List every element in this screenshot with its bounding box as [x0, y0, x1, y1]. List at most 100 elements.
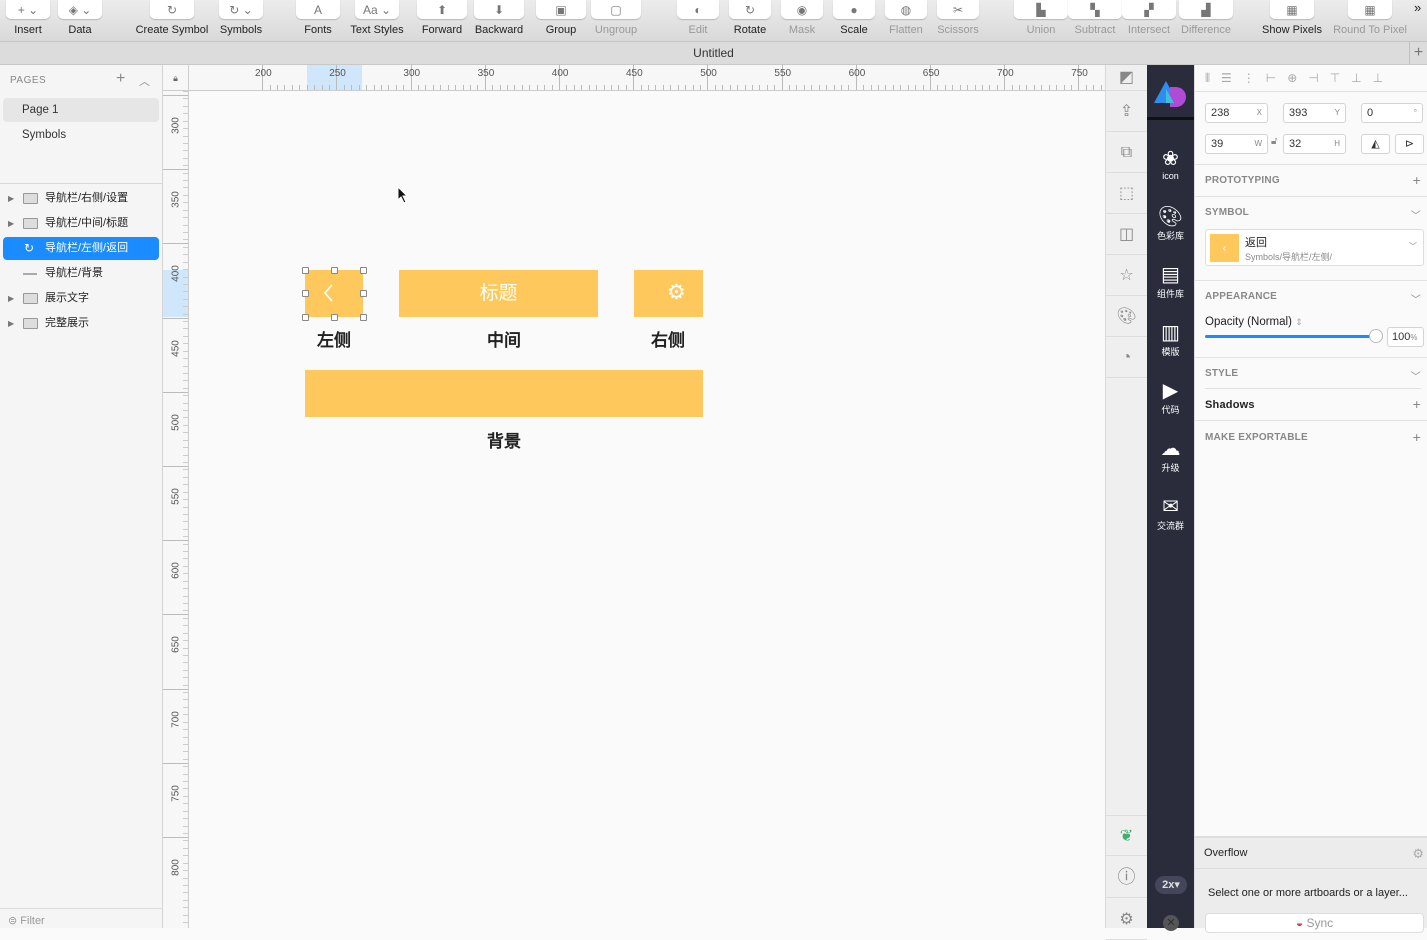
ruler-toggle-icon[interactable]: ◩ [1106, 65, 1147, 91]
palette-icon[interactable]: 🎨︎ [1106, 296, 1147, 337]
disclosure-triangle-icon[interactable]: ▶ [8, 212, 14, 235]
width-field[interactable]: 39 W [1205, 134, 1268, 154]
toolbar-show-pixels-button[interactable]: ▦ Show Pixels [1252, 0, 1332, 36]
chevron-down-icon[interactable]: ﹀ [1411, 291, 1421, 306]
opacity-slider[interactable] [1205, 335, 1377, 338]
layout-icon[interactable]: ◫ [1106, 214, 1147, 255]
chevron-down-icon[interactable]: ﹀ [1411, 207, 1421, 222]
settings-symbol[interactable]: ⚙ [634, 270, 703, 317]
shadows-section[interactable]: Shadows + [1205, 396, 1421, 412]
plugin-item[interactable]: ▶ 代码 [1147, 379, 1194, 416]
disclosure-triangle-icon[interactable]: ▶ [8, 312, 14, 335]
resize-handle[interactable] [331, 314, 338, 321]
toolbar-round-to-pixel-button[interactable]: ▦ Round To Pixel [1330, 0, 1410, 36]
ruler-lock-icon[interactable]: 🔒︎ [163, 65, 189, 91]
lock-ratio-icon[interactable]: 🔓︎ [1271, 136, 1277, 147]
toolbar-overflow-button[interactable]: » [1414, 0, 1421, 15]
flip-vertical-button[interactable]: ⊳ [1395, 134, 1424, 154]
resize-handle[interactable] [302, 290, 309, 297]
canvas[interactable] [189, 91, 1105, 928]
make-exportable-section[interactable]: MAKE EXPORTABLE + [1205, 429, 1421, 445]
help-icon[interactable]: ⓘ [1106, 857, 1147, 898]
symbol-section[interactable]: SYMBOL ﹀ [1205, 207, 1421, 222]
add-shadow-icon[interactable]: + [1413, 396, 1421, 412]
layer-row[interactable]: ▶ 导航栏/中间/标题 [3, 212, 159, 235]
disclosure-triangle-icon[interactable]: ▶ [8, 287, 14, 310]
close-icon[interactable]: ✕ [1163, 915, 1179, 931]
plugin-item[interactable]: ☁ 升级 [1147, 437, 1194, 474]
opacity-field[interactable]: 100% [1387, 327, 1424, 347]
toolbar-create-symbol-button[interactable]: ↻ Create Symbol [132, 0, 212, 36]
plugin-item[interactable]: ▥ 模版 [1147, 321, 1194, 358]
plugin-item[interactable]: 🎨︎ 色彩库 [1147, 205, 1194, 242]
align-toolbar[interactable]: ⫴☰⋮⊢⊕⊣⊤⊥⊥ [1205, 71, 1394, 86]
toolbar-symbols-button[interactable]: ↻ ⌄ Symbols [201, 0, 281, 36]
plugin-item[interactable]: ✉ 交流群 [1147, 495, 1194, 532]
page-item-page-1[interactable]: Page 1 [3, 98, 159, 122]
opacity-slider-thumb[interactable] [1369, 329, 1383, 343]
sync-button[interactable]: ◒ Sync [1205, 913, 1424, 933]
layer-row[interactable]: ▶ 完整展示 [3, 312, 159, 335]
plugin-item[interactable]: ▤ 组件库 [1147, 263, 1194, 300]
appearance-section[interactable]: APPEARANCE ﹀ [1205, 291, 1421, 306]
layer-row[interactable]: ▶ 导航栏/右侧/设置 [3, 187, 159, 210]
add-export-icon[interactable]: + [1413, 429, 1421, 445]
ruler-tick [183, 788, 188, 790]
ruler-tick [425, 85, 427, 90]
rotation-field[interactable]: 0 ° [1361, 103, 1423, 123]
back-symbol[interactable] [305, 270, 363, 317]
resize-icon[interactable]: ⬚ [1106, 173, 1147, 214]
vertical-ruler[interactable]: 300 350 400 450 500 550 600 650 700 750 800 [163, 91, 189, 928]
y-field[interactable]: 393 Y [1283, 103, 1346, 123]
layer-row[interactable]: 导航栏/背景 [3, 262, 159, 285]
ruler-tick [183, 617, 188, 619]
toolbar-scissors-button[interactable]: ✂ Scissors [918, 0, 998, 36]
export-icon[interactable]: ⇪ [1106, 91, 1147, 132]
toolbar-difference-button[interactable]: ▟ Difference [1166, 0, 1246, 36]
page-item-symbols[interactable]: Symbols [3, 123, 159, 147]
toolbar-data-button[interactable]: ◈ ⌄ Data [40, 0, 120, 36]
opacity-blend-select[interactable]: Opacity (Normal) ⇕ [1205, 316, 1303, 328]
ruler-tick [183, 476, 188, 478]
scale-select[interactable]: 2x▾ [1155, 876, 1187, 894]
layer-row[interactable]: ▶ 展示文字 [3, 287, 159, 310]
chart-icon[interactable]: ◔ [1106, 337, 1147, 378]
resize-handle[interactable] [360, 314, 367, 321]
title-symbol[interactable]: 标题 [399, 270, 598, 317]
chevron-down-icon[interactable]: ﹀ [1411, 368, 1421, 383]
symbol-star-icon[interactable]: ☆ [1106, 255, 1147, 296]
add-icon[interactable]: + [1413, 172, 1421, 188]
filter-input[interactable]: ⊜ Filter [0, 908, 162, 928]
disclosure-triangle-icon[interactable]: ▶ [8, 187, 14, 210]
resize-handle[interactable] [360, 267, 367, 274]
height-field[interactable]: 32 H [1283, 134, 1346, 154]
symbol-selector[interactable]: ‹ 返回 Symbols/导航栏/左侧/ ﹀ [1205, 229, 1424, 266]
label-left[interactable]: 左侧 [304, 326, 364, 351]
toolbar-ungroup-button[interactable]: ▢ Ungroup [576, 0, 656, 36]
resize-handle[interactable] [331, 267, 338, 274]
label-background[interactable]: 背景 [474, 427, 534, 452]
collapse-pages-icon[interactable]: ︿ [139, 73, 150, 89]
label-right[interactable]: 右侧 [638, 326, 698, 351]
layer-row[interactable]: ↻ 导航栏/左侧/返回 [3, 237, 159, 260]
plugin-item[interactable]: ❀ icon [1147, 147, 1194, 181]
ruler-tick [1026, 85, 1028, 90]
label-middle[interactable]: 中间 [474, 326, 534, 351]
resize-handle[interactable] [360, 290, 367, 297]
ruler-tick [959, 85, 961, 90]
background-symbol[interactable] [305, 370, 703, 417]
leaf-icon[interactable]: ❦ [1106, 815, 1147, 856]
gear-icon[interactable]: ⚙ [1412, 846, 1424, 862]
settings-icon[interactable]: ⚙ [1106, 899, 1147, 940]
resize-handle[interactable] [302, 314, 309, 321]
swap-icon[interactable]: ⧉ [1106, 132, 1147, 173]
style-section[interactable]: STYLE ﹀ [1205, 368, 1421, 383]
resize-handle[interactable] [302, 267, 309, 274]
add-tab-button[interactable]: + [1409, 42, 1427, 64]
add-page-icon[interactable]: + [116, 70, 125, 88]
prototyping-section[interactable]: PROTOTYPING + [1205, 172, 1421, 188]
flip-horizontal-button[interactable]: ◭ [1361, 134, 1390, 154]
overflow-title: Overflow [1204, 847, 1248, 859]
x-field[interactable]: 238 X [1205, 103, 1268, 123]
horizontal-ruler[interactable]: 200 250 300 350 400 450 500 550 600 650 700 750 [189, 65, 1105, 91]
